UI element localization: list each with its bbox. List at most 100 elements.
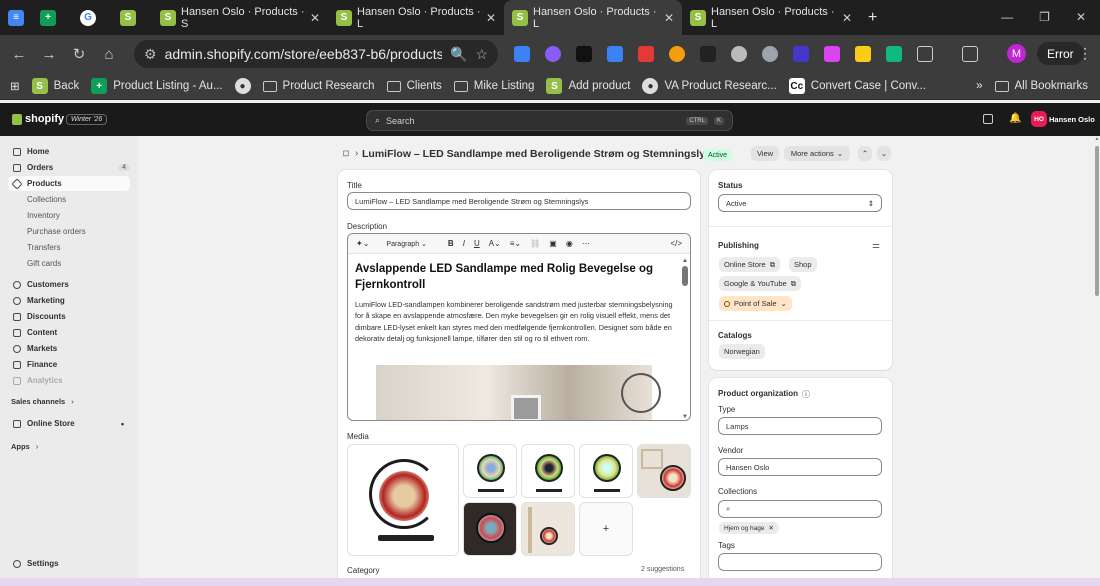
sidebar-item-discounts[interactable]: Discounts: [8, 309, 130, 324]
shopify-logo[interactable]: shopify: [12, 113, 64, 125]
sidebar-item-marketing[interactable]: Marketing: [8, 293, 130, 308]
sidebar-item-collections[interactable]: Collections: [8, 192, 130, 207]
download-extension-icon[interactable]: [514, 46, 530, 62]
reload-icon[interactable]: ↻: [64, 45, 94, 63]
editor-scrollbar[interactable]: ▲ ▼: [682, 258, 688, 420]
sidebar-item-analytics[interactable]: Analytics: [8, 373, 130, 388]
info-icon[interactable]: ⓘ: [802, 389, 810, 400]
media-thumbnail[interactable]: [579, 444, 633, 498]
close-icon[interactable]: ✕: [486, 11, 496, 25]
address-bar[interactable]: ⚙ admin.shopify.com/store/eeb837-b6/prod…: [134, 40, 498, 68]
bell-icon[interactable]: 🔔: [1009, 113, 1021, 124]
sidebar-item-settings[interactable]: Settings: [8, 556, 130, 571]
minimize-icon[interactable]: —: [1001, 10, 1013, 24]
site-info-icon[interactable]: ⚙: [144, 46, 157, 63]
text-color-icon[interactable]: A⌄: [489, 239, 501, 248]
extension-icon[interactable]: [638, 46, 654, 62]
manage-channels-icon[interactable]: ⚌: [872, 240, 880, 251]
tab-google[interactable]: G: [72, 0, 112, 35]
new-tab-button[interactable]: +: [860, 0, 890, 35]
sidebar-item-products[interactable]: Products: [8, 176, 130, 191]
add-media-button[interactable]: +: [579, 502, 633, 556]
inbox-icon[interactable]: [983, 114, 993, 124]
sidebar-item-content[interactable]: Content: [8, 325, 130, 340]
scroll-up-icon[interactable]: ▲: [682, 258, 688, 264]
puzzle-icon[interactable]: [917, 46, 933, 62]
tab-hansen-1[interactable]: S Hansen Oslo · Products · S ✕: [152, 0, 328, 35]
video-icon[interactable]: ◉: [566, 239, 573, 248]
profile-avatar[interactable]: M: [1007, 44, 1026, 63]
bookmark-mike-listing[interactable]: Mike Listing: [448, 73, 541, 100]
sidebar-item-purchase-orders[interactable]: Purchase orders: [8, 224, 130, 239]
zoom-icon[interactable]: 🔍: [450, 46, 467, 63]
restore-icon[interactable]: ❐: [1039, 10, 1050, 24]
sidebar-item-customers[interactable]: Customers: [8, 277, 130, 292]
remove-icon[interactable]: ✕: [768, 524, 773, 532]
sidebar-item-gift-cards[interactable]: Gift cards: [8, 256, 130, 271]
sidebar-item-online-store[interactable]: Online Store •: [8, 416, 130, 431]
search-input[interactable]: ⌕ Search CTRL K: [366, 110, 733, 131]
catalog-chip[interactable]: Norwegian: [719, 344, 765, 359]
store-avatar[interactable]: HO: [1031, 111, 1047, 127]
underline-icon[interactable]: U: [474, 239, 480, 248]
tab-hansen-2[interactable]: S Hansen Oslo · Products · L ✕: [328, 0, 504, 35]
back-arrow-icon[interactable]: ←: [4, 46, 34, 63]
extension-icon[interactable]: [855, 46, 871, 62]
all-bookmarks[interactable]: All Bookmarks: [989, 73, 1100, 100]
bookmark-product-listing[interactable]: + Product Listing - Au...: [85, 73, 228, 100]
magic-icon[interactable]: ✦⌄: [356, 239, 369, 248]
extension-icon[interactable]: [886, 46, 902, 62]
tab-shopify[interactable]: S: [112, 0, 152, 35]
previous-product-button[interactable]: ⌃: [858, 146, 872, 161]
bookmark-convert-case[interactable]: Cc Convert Case | Conv...: [783, 73, 932, 100]
vendor-field[interactable]: Hansen Oslo: [718, 458, 882, 476]
forward-arrow-icon[interactable]: →: [34, 46, 64, 63]
more-bookmarks-button[interactable]: »: [970, 73, 988, 100]
media-icon[interactable]: ▣: [549, 239, 557, 248]
sidebar-item-inventory[interactable]: Inventory: [8, 208, 130, 223]
tab-sheets[interactable]: +: [32, 0, 72, 35]
paragraph-select[interactable]: Paragraph ⌄: [386, 240, 427, 248]
channel-point-of-sale[interactable]: Point of Sale ⌄: [719, 296, 792, 311]
extension-icon[interactable]: [700, 46, 716, 62]
media-thumbnail[interactable]: [521, 444, 575, 498]
sales-channels-header[interactable]: Sales channels ›: [8, 394, 130, 409]
bookmark-clients[interactable]: Clients: [381, 73, 448, 100]
bookmark-add-product[interactable]: S Add product: [540, 73, 636, 100]
media-thumbnail[interactable]: [463, 502, 517, 556]
close-icon[interactable]: ✕: [310, 11, 320, 25]
status-select[interactable]: Active ⇕: [718, 194, 882, 212]
error-button[interactable]: Error: [1037, 42, 1084, 65]
view-button[interactable]: View: [751, 146, 779, 161]
bookmark-star-icon[interactable]: ☆: [475, 46, 488, 63]
tab-docs[interactable]: ≡: [0, 0, 32, 35]
channel-google-youtube[interactable]: Google & YouTube ⧉: [719, 276, 802, 291]
sidebar-item-finance[interactable]: Finance: [8, 357, 130, 372]
description-editor[interactable]: ✦⌄ Paragraph ⌄ B I U A⌄ ≡⌄ ⛓ ▣ ◉ ⋯ </> A…: [347, 233, 691, 421]
collection-chip[interactable]: Hjem og hage ✕: [719, 522, 779, 534]
extension-icon[interactable]: [824, 46, 840, 62]
globe-extension-icon[interactable]: [731, 46, 747, 62]
close-icon[interactable]: ✕: [664, 11, 674, 25]
media-main-image[interactable]: [347, 444, 459, 556]
screenshot-icon[interactable]: [962, 46, 978, 62]
sidebar-item-markets[interactable]: Markets: [8, 341, 130, 356]
extension-icon[interactable]: [762, 46, 778, 62]
channel-shop[interactable]: Shop: [789, 257, 817, 272]
extension-icon[interactable]: [607, 46, 623, 62]
category-suggestions[interactable]: 2 suggestions: [641, 566, 684, 573]
extension-icon[interactable]: [576, 46, 592, 62]
sidebar-item-orders[interactable]: Orders 4: [8, 160, 130, 175]
channel-online-store[interactable]: Online Store ⧉: [719, 257, 781, 272]
more-actions-button[interactable]: More actions ⌄: [784, 146, 850, 161]
close-window-icon[interactable]: ✕: [1076, 10, 1086, 24]
page-scrollbar[interactable]: ▲: [1094, 136, 1100, 586]
sidebar-item-transfers[interactable]: Transfers: [8, 240, 130, 255]
tab-hansen-active[interactable]: S Hansen Oslo · Products · L ✕: [504, 0, 682, 35]
type-field[interactable]: Lamps: [718, 417, 882, 435]
extension-icon[interactable]: [793, 46, 809, 62]
scroll-thumb[interactable]: [1095, 146, 1099, 296]
link-icon[interactable]: ⛓: [530, 239, 540, 248]
close-icon[interactable]: ✕: [842, 11, 852, 25]
italic-icon[interactable]: I: [463, 239, 465, 248]
